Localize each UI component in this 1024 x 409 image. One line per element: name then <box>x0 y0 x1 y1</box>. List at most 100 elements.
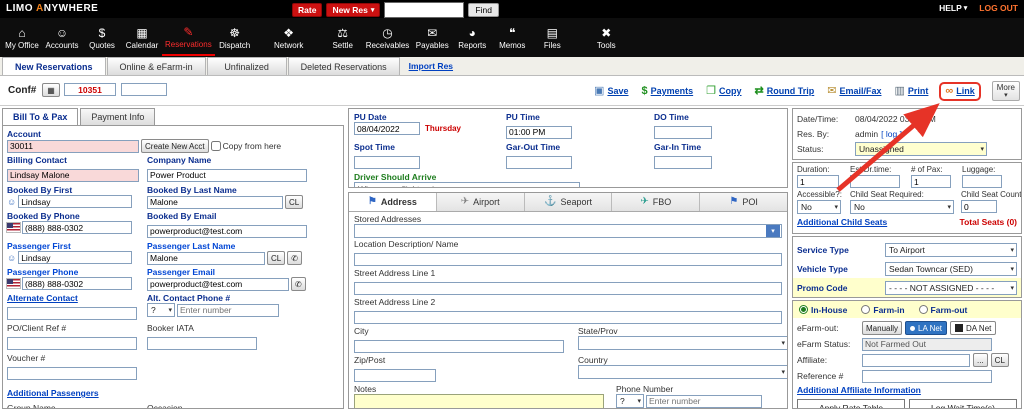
nav-settle[interactable]: ⚖ Settle <box>323 19 363 56</box>
accessible-select[interactable]: No ▾ <box>797 200 841 214</box>
create-new-acct-button[interactable]: Create New Acct <box>141 139 209 153</box>
pu-date-input[interactable] <box>354 122 420 135</box>
gar-in-time-input[interactable] <box>654 155 712 169</box>
cl-button[interactable]: CL <box>285 195 304 209</box>
option-farm-in[interactable]: Farm-in <box>861 305 905 315</box>
est-drive-time-input[interactable] <box>850 175 900 188</box>
apply-rate-table-button[interactable]: Apply Rate Table <box>797 399 905 408</box>
child-seat-required-select[interactable]: No ▾ <box>850 200 954 214</box>
tab-new-reservations[interactable]: New Reservations <box>2 57 106 75</box>
nav-memos[interactable]: ❝ Memos <box>492 19 532 56</box>
phone-prefix-select[interactable]: ? ▾ <box>616 394 644 408</box>
payments-action[interactable]: $ Payments <box>641 85 693 97</box>
round-trip-action[interactable]: ⇄ Round Trip <box>755 85 815 97</box>
nav-calendar[interactable]: ▦ Calendar <box>122 19 162 56</box>
logout-link[interactable]: LOG OUT <box>979 3 1018 13</box>
service-type-select[interactable]: To Airport ▾ <box>885 242 1017 257</box>
additional-affiliate-info-link[interactable]: Additional Affiliate Information <box>797 385 921 395</box>
promo-code-select[interactable]: - - - - NOT ASSIGNED - - - - ▾ <box>885 280 1017 295</box>
tab-payment-info[interactable]: Payment Info <box>80 108 156 125</box>
conf-secondary-input[interactable] <box>121 83 167 96</box>
tab-address[interactable]: ⚑ Address <box>349 193 437 211</box>
booked-by-phone-input[interactable] <box>22 221 132 234</box>
num-pax-input[interactable] <box>911 175 951 188</box>
company-name-input[interactable] <box>147 168 307 182</box>
po-client-ref-input[interactable] <box>7 336 137 350</box>
conf-lookup-button[interactable]: ▦ <box>42 83 60 97</box>
log-wait-times-button[interactable]: Log Wait Time(s) <box>909 399 1017 408</box>
notes-textarea[interactable] <box>354 394 604 408</box>
nav-tools[interactable]: ✖ Tools <box>586 19 626 56</box>
duration-input[interactable] <box>797 175 839 188</box>
alternate-contact-input[interactable] <box>7 306 137 320</box>
additional-passengers-link[interactable]: Additional Passengers <box>7 388 99 398</box>
nav-quotes[interactable]: $ Quotes <box>82 19 122 56</box>
additional-child-seats-link[interactable]: Additional Child Seats <box>797 217 887 227</box>
tab-bill-to-pax[interactable]: Bill To & Pax <box>2 108 79 125</box>
stored-addresses-select[interactable]: ▾ <box>354 224 782 238</box>
tab-fbo[interactable]: ✈ FBO <box>612 193 701 211</box>
manually-button[interactable]: Manually <box>862 321 903 335</box>
vehicle-type-select[interactable]: Sedan Towncar (SED) ▾ <box>885 261 1017 276</box>
quick-find-input[interactable] <box>384 2 465 18</box>
alternate-contact-link[interactable]: Alternate Contact <box>7 293 141 303</box>
passenger-email-input[interactable] <box>147 277 289 291</box>
link-action[interactable]: ∞ Link <box>939 81 981 101</box>
status-select[interactable]: Unassigned ▾ <box>855 141 987 156</box>
tab-poi[interactable]: ⚑ POI <box>700 193 787 211</box>
tab-deleted-reservations[interactable]: Deleted Reservations <box>287 57 400 75</box>
cl-button[interactable]: CL <box>267 251 286 265</box>
la-net-button[interactable]: LA Net <box>905 321 948 335</box>
child-seat-count-input[interactable] <box>961 200 997 213</box>
rate-button[interactable]: Rate <box>292 3 323 17</box>
cl-button[interactable]: CL <box>990 353 1009 367</box>
account-input[interactable] <box>7 139 139 153</box>
location-description-input[interactable] <box>354 252 782 266</box>
spot-time-input[interactable] <box>354 155 420 169</box>
print-action[interactable]: ▥ Print <box>894 85 928 97</box>
alt-contact-phone-input[interactable] <box>177 303 279 317</box>
booked-by-first-input[interactable] <box>18 195 133 208</box>
stop-phone-input[interactable] <box>646 394 762 408</box>
new-res-button[interactable]: New Res ▾ <box>326 3 381 17</box>
save-action[interactable]: ▣ Save <box>594 85 628 97</box>
email-fax-action[interactable]: ✉ Email/Fax <box>827 85 881 97</box>
driver-should-arrive-select[interactable]: When your flight arrives ▾ <box>354 182 580 187</box>
phone-lookup-button[interactable]: ✆ <box>291 277 306 291</box>
country-select[interactable]: ▾ <box>578 365 787 379</box>
passenger-phone-input[interactable] <box>22 277 132 290</box>
nav-network[interactable]: ❖ Network <box>269 19 309 56</box>
option-in-house[interactable]: In-House <box>799 305 847 315</box>
passenger-last-input[interactable] <box>147 251 265 265</box>
copy-from-here-checkbox[interactable] <box>210 141 221 151</box>
booked-by-last-input[interactable] <box>147 195 283 209</box>
city-input[interactable] <box>354 339 564 353</box>
nav-files[interactable]: ▤ Files <box>532 19 572 56</box>
option-farm-out[interactable]: Farm-out <box>918 305 967 315</box>
nav-reservations[interactable]: ✎ Reservations <box>162 19 215 56</box>
radio-in-house[interactable] <box>799 305 808 314</box>
street-address-1-input[interactable] <box>354 281 782 295</box>
phone-prefix-select[interactable]: ? ▾ <box>147 303 175 317</box>
tab-seaport[interactable]: ⚓ Seaport <box>524 193 613 211</box>
da-net-button[interactable]: DA Net <box>950 321 997 335</box>
find-button[interactable]: Find <box>468 3 499 17</box>
more-action[interactable]: More ▾ <box>991 81 1020 101</box>
passenger-first-input[interactable] <box>18 251 133 264</box>
nav-dispatch[interactable]: ☸ Dispatch <box>215 19 255 56</box>
phone-lookup-button[interactable]: ✆ <box>287 251 302 265</box>
gar-out-time-input[interactable] <box>506 155 572 169</box>
affiliate-lookup-button[interactable]: ... <box>973 353 988 367</box>
nav-accounts[interactable]: ☺ Accounts <box>42 19 82 56</box>
voucher-input[interactable] <box>7 366 137 380</box>
tab-unfinalized[interactable]: Unfinalized <box>206 57 287 75</box>
nav-receivables[interactable]: ◷ Receivables <box>363 19 413 56</box>
booker-iata-input[interactable] <box>147 336 257 350</box>
affiliate-input[interactable] <box>862 353 970 367</box>
conf-number-input[interactable] <box>64 83 116 96</box>
copy-action[interactable]: ❐ Copy <box>706 85 741 97</box>
street-address-2-input[interactable] <box>354 310 782 324</box>
nav-payables[interactable]: ✉ Payables <box>412 19 452 56</box>
import-res-link[interactable]: Import Res <box>409 61 453 71</box>
nav-reports[interactable]: ◕ Reports <box>452 19 492 56</box>
